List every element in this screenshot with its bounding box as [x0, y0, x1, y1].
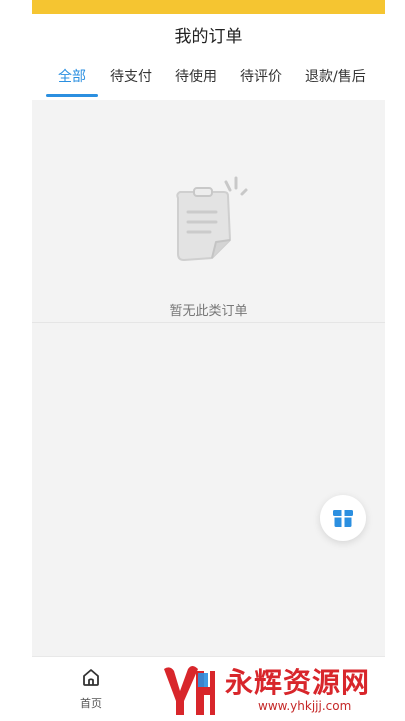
nav-label-home: 首页: [80, 697, 102, 710]
watermark-logo-icon: [164, 666, 215, 715]
empty-state-message: 暂无此类订单: [169, 304, 248, 319]
watermark-url: www.yhkjjj.com: [258, 699, 352, 713]
watermark-title: 永辉资源网: [225, 666, 371, 699]
app-screen: 我的订单 全部 待支付 待使用 待评价 退款/售后 暂无此类订单 首页: [32, 0, 385, 721]
nav-item-home[interactable]: 首页: [70, 665, 112, 710]
empty-state-panel: 暂无此类订单: [32, 100, 385, 323]
tab-refund-aftersale[interactable]: 退款/售后: [305, 66, 366, 86]
tab-pending-payment[interactable]: 待支付: [110, 66, 152, 86]
empty-order-clipboard-icon: [176, 176, 248, 262]
gift-box-icon: [333, 510, 353, 527]
order-tabs: 全部 待支付 待使用 待评价 退款/售后: [32, 64, 385, 100]
top-color-strip: [32, 0, 385, 14]
home-icon: [83, 669, 99, 686]
tab-to-review[interactable]: 待评价: [240, 66, 282, 86]
active-tab-indicator: [46, 94, 98, 97]
tab-all[interactable]: 全部: [58, 66, 86, 86]
gift-fab-button[interactable]: [320, 495, 366, 541]
tab-to-use[interactable]: 待使用: [175, 66, 217, 86]
page-header: 我的订单 全部 待支付 待使用 待评价 退款/售后: [32, 14, 385, 100]
page-title: 我的订单: [174, 27, 243, 47]
site-watermark: 永辉资源网 www.yhkjjj.com: [160, 661, 380, 719]
